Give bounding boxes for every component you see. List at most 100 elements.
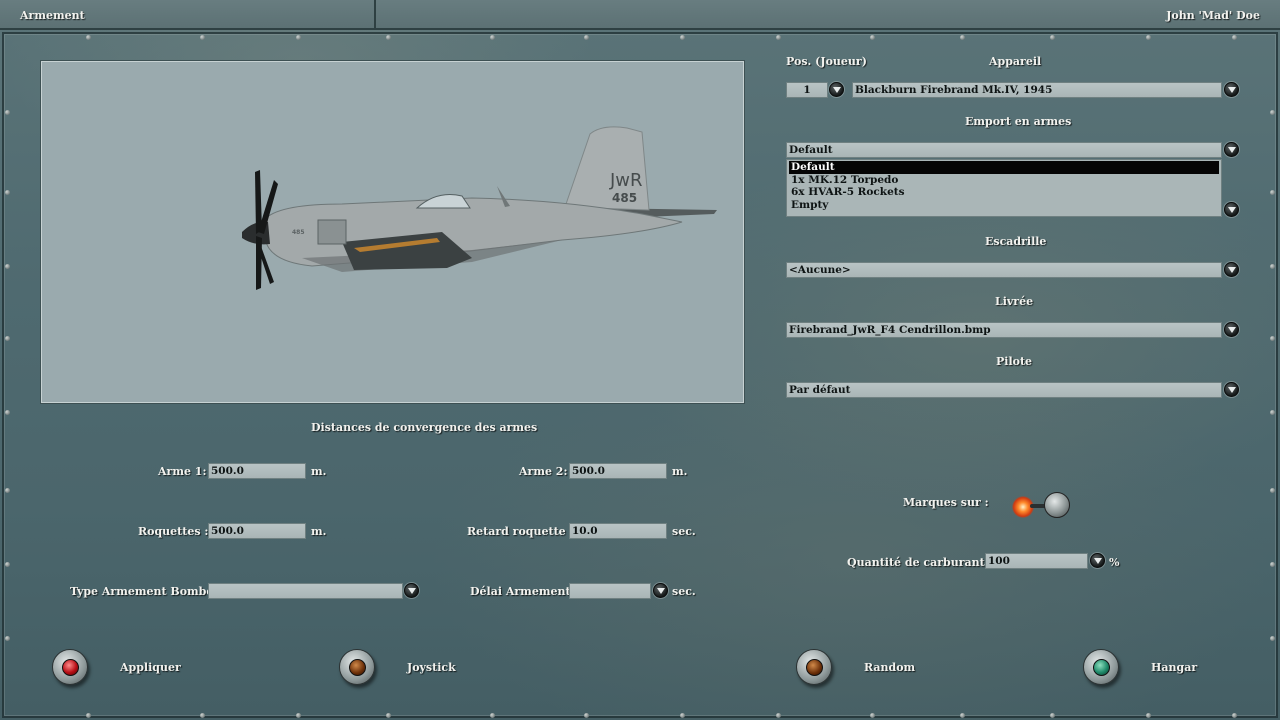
rivet-icon [960,35,965,40]
escadrille-field[interactable]: <Aucune> [786,262,1222,278]
marques-label: Marques sur : [903,496,989,509]
rivet-icon [5,190,10,195]
rivet-icon [296,35,301,40]
pos-dropdown-icon[interactable] [829,82,844,97]
rivet-icon [386,35,391,40]
emport-dropdown-icon[interactable] [1224,142,1239,157]
title-bar: Armement John 'Mad' Doe [0,0,1280,30]
delai-field[interactable] [569,583,651,599]
rivet-icon [1270,110,1275,115]
pilote-field[interactable]: Par défaut [786,382,1222,398]
arme1-input[interactable]: 500.0 [208,463,306,479]
rivet-icon [1232,35,1237,40]
rivet-icon [1232,713,1237,718]
rivet-icon [1270,264,1275,269]
livree-label: Livrée [995,295,1034,308]
aircraft-preview: JwR 485 485 [41,61,744,403]
roquettes-input[interactable]: 500.0 [208,523,306,539]
random-label[interactable]: Random [864,661,915,674]
retard-unit: sec. [672,525,696,538]
rivet-icon [296,713,301,718]
green-lamp-icon [1093,659,1110,676]
appliquer-label[interactable]: Appliquer [120,661,181,674]
fuselage-number: 485 [292,229,305,236]
rivet-icon [680,713,685,718]
emport-field[interactable]: Default [786,142,1222,158]
hangar-label[interactable]: Hangar [1151,661,1197,674]
delai-dropdown-icon[interactable] [653,583,668,598]
rivet-icon [490,713,495,718]
rivet-icon [776,35,781,40]
rivet-icon [1146,713,1151,718]
livree-dropdown-icon[interactable] [1224,322,1239,337]
emport-option[interactable]: 6x HVAR-5 Rockets [789,186,1219,199]
emport-options-list[interactable]: Default 1x MK.12 Torpedo 6x HVAR-5 Rocke… [786,159,1222,217]
roquettes-label: Roquettes : [138,525,209,538]
hangar-button[interactable] [1083,649,1119,685]
random-button[interactable] [796,649,832,685]
rivet-icon [86,35,91,40]
rivet-icon [1050,35,1055,40]
delai-unit: sec. [672,585,696,598]
arme2-input[interactable]: 500.0 [569,463,667,479]
emport-list-scroll-icon[interactable] [1224,202,1239,217]
amber-lamp-icon [349,659,366,676]
carburant-field[interactable]: 100 [985,553,1088,569]
retard-input[interactable]: 10.0 [569,523,667,539]
user-name: John 'Mad' Doe [1166,9,1260,22]
rivet-icon [5,110,10,115]
rivet-icon [584,713,589,718]
tail-number: 485 [612,191,637,205]
rivet-icon [5,636,10,641]
rivet-icon [870,713,875,718]
rivet-icon [584,35,589,40]
rivet-icon [5,336,10,341]
emport-option[interactable]: 1x MK.12 Torpedo [789,174,1219,187]
red-lamp-icon [62,659,79,676]
appareil-label: Appareil [989,55,1042,68]
retard-label: Retard roquette : [467,525,574,538]
escadrille-dropdown-icon[interactable] [1224,262,1239,277]
emport-option[interactable]: Default [789,161,1219,174]
title-separator [374,0,376,30]
rivet-icon [5,488,10,493]
type-bombe-field[interactable] [208,583,403,599]
appareil-dropdown-icon[interactable] [1224,82,1239,97]
arme1-unit: m. [311,465,327,478]
rivet-icon [386,713,391,718]
escadrille-label: Escadrille [985,235,1047,248]
joystick-button[interactable] [339,649,375,685]
appliquer-button[interactable] [52,649,88,685]
rivet-icon [776,713,781,718]
arme1-label: Arme 1: [158,465,207,478]
aircraft-image: JwR 485 485 [242,126,717,290]
rivet-icon [960,713,965,718]
amber-lamp-icon [806,659,823,676]
pilote-label: Pilote [996,355,1033,368]
appareil-field[interactable]: Blackburn Firebrand Mk.IV, 1945 [852,82,1222,98]
pilote-dropdown-icon[interactable] [1224,382,1239,397]
joystick-label[interactable]: Joystick [407,661,456,674]
rivet-icon [1270,636,1275,641]
rivet-icon [870,35,875,40]
carburant-unit: % [1109,556,1120,569]
type-bombe-label: Type Armement Bombe: [70,585,218,598]
toggle-knob-icon[interactable] [1044,492,1070,518]
window-title: Armement [20,9,85,22]
type-bombe-dropdown-icon[interactable] [404,583,419,598]
convergence-heading: Distances de convergence des armes [311,421,538,434]
livree-field[interactable]: Firebrand_JwR_F4 Cendrillon.bmp [786,322,1222,338]
tail-code: JwR [609,170,643,191]
marques-toggle-switch[interactable] [1010,490,1072,522]
pos-field[interactable]: 1 [786,82,828,98]
rivet-icon [1270,190,1275,195]
rivet-icon [1050,713,1055,718]
rivet-icon [1270,562,1275,567]
rivet-icon [5,562,10,567]
emport-option[interactable]: Empty [789,199,1219,212]
carburant-dropdown-icon[interactable] [1090,553,1105,568]
arme2-unit: m. [672,465,688,478]
rivet-icon [680,35,685,40]
rivet-icon [1270,410,1275,415]
emport-label: Emport en armes [965,115,1072,128]
